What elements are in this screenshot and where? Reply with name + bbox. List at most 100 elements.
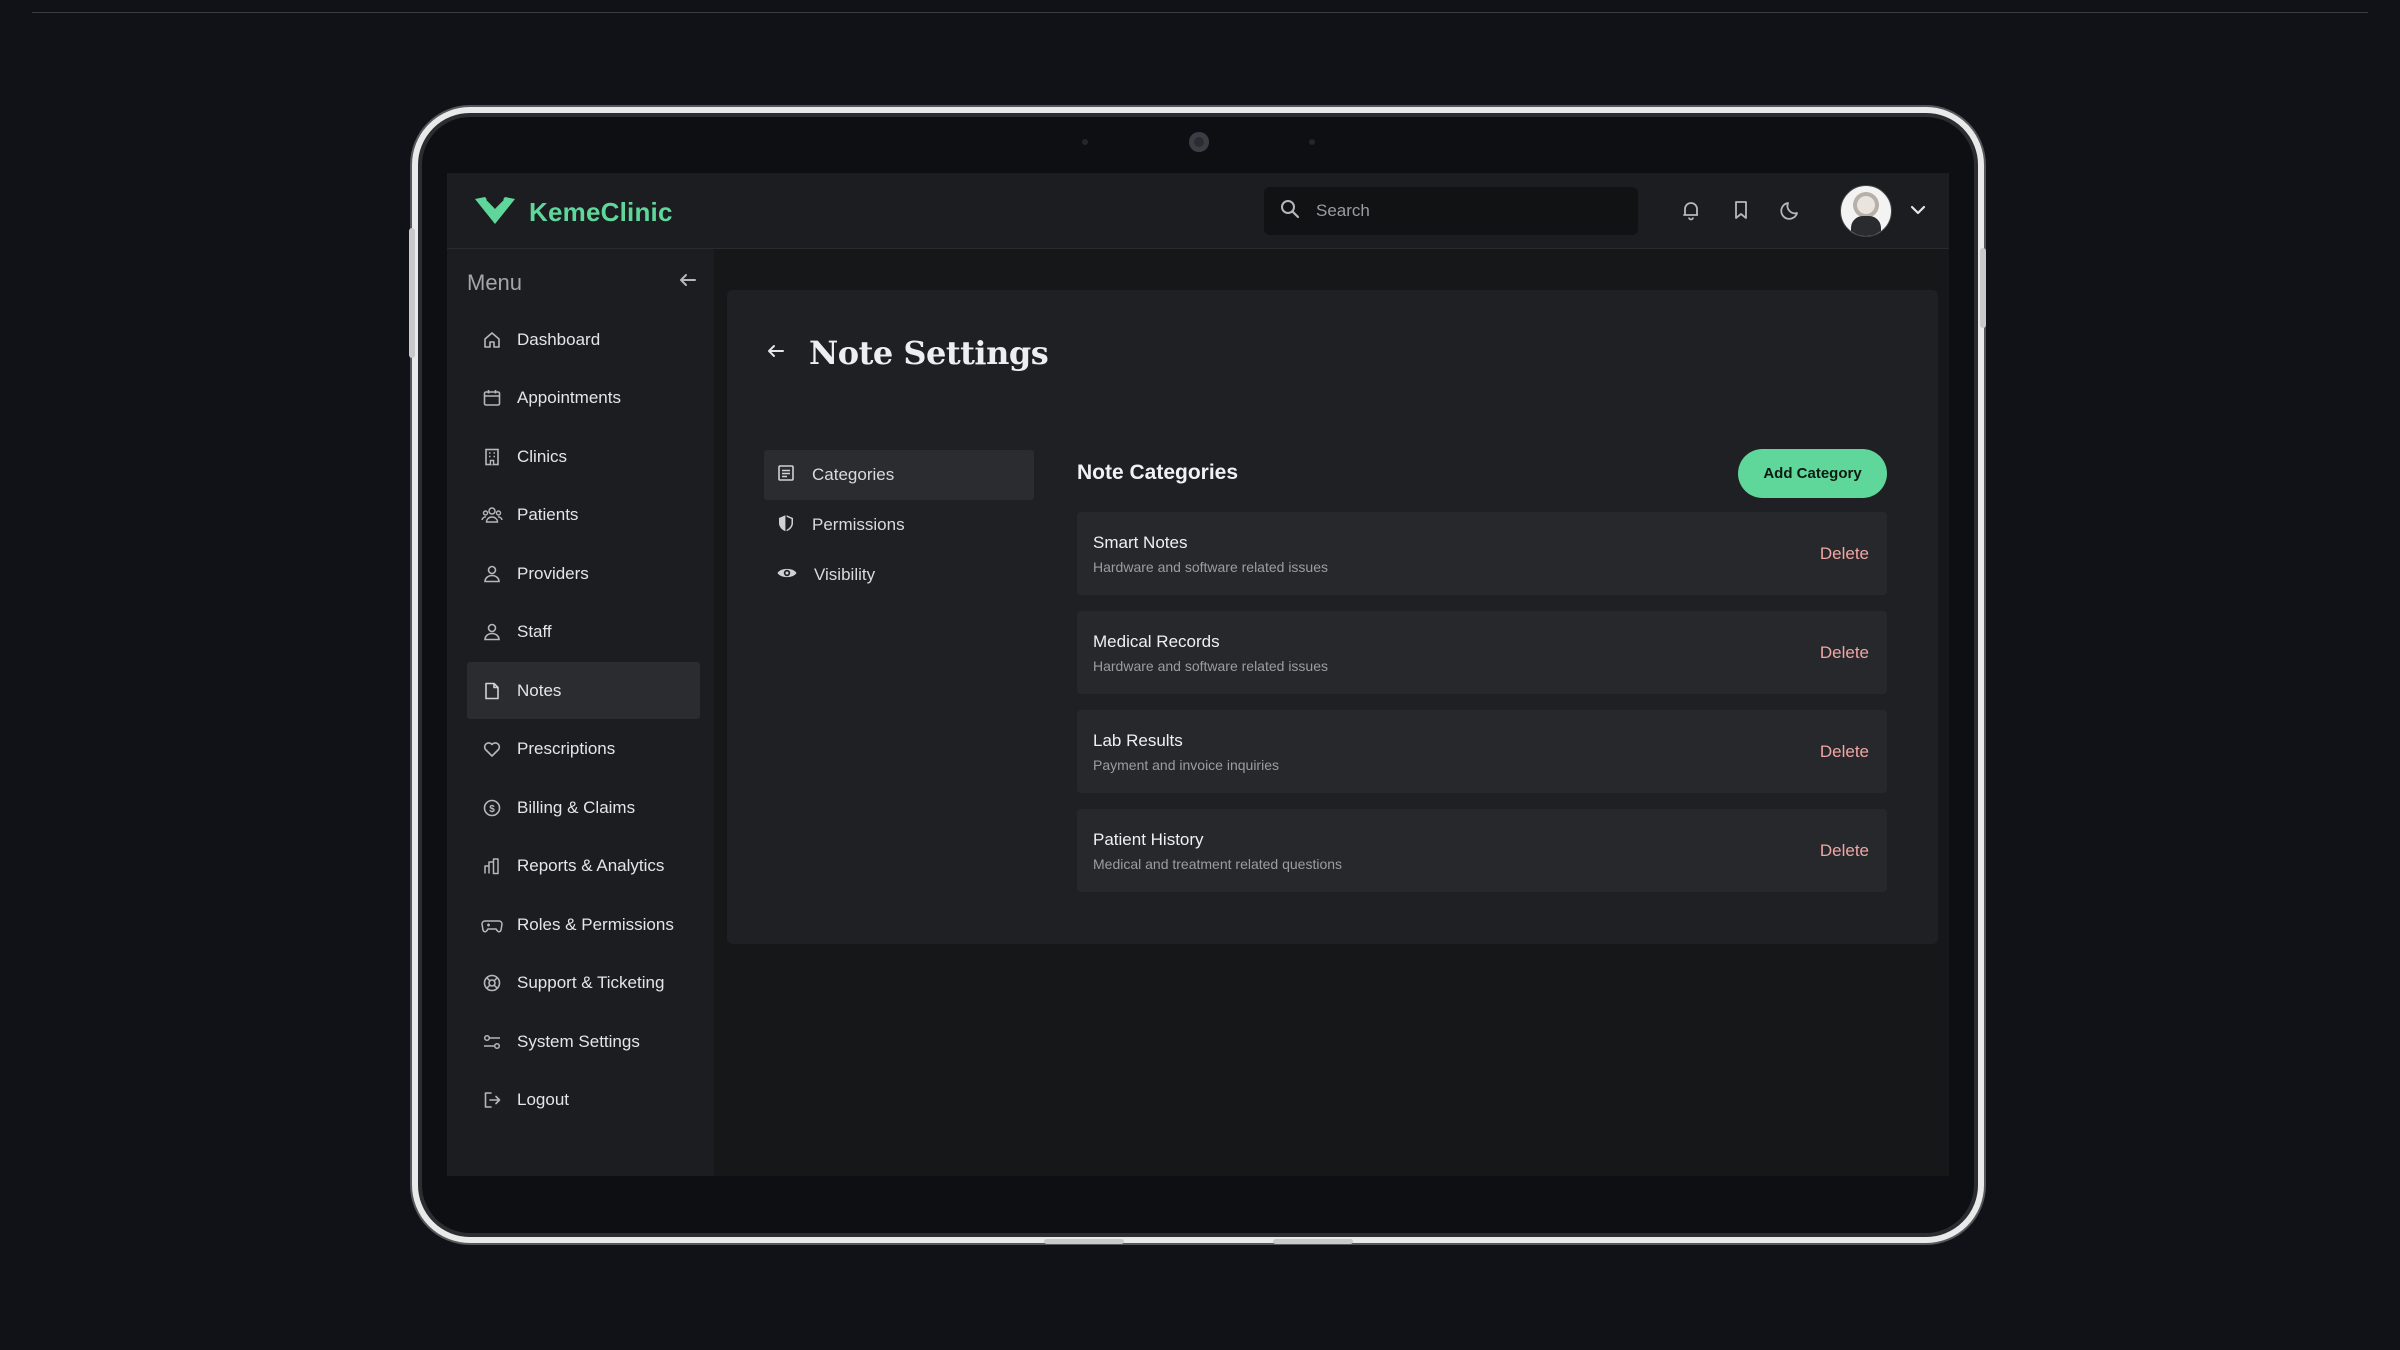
- sidebar-item-logout[interactable]: Logout: [467, 1072, 700, 1129]
- page-title: Note Settings: [809, 334, 1049, 372]
- sidebar-item-dashboard[interactable]: Dashboard: [467, 311, 700, 368]
- tablet-bottom-button-2: [1273, 1239, 1353, 1244]
- calendar-icon: [481, 387, 503, 409]
- category-name: Lab Results: [1093, 730, 1183, 750]
- sidebar-item-label: Clinics: [517, 446, 568, 466]
- category-row: Medical Records Hardware and software re…: [1077, 611, 1887, 694]
- category-info: Smart Notes Hardware and software relate…: [1093, 533, 1328, 575]
- sidebar-item-appointments[interactable]: Appointments: [467, 370, 700, 427]
- sidebar-item-label: Roles & Permissions: [517, 914, 674, 934]
- subnav-item-label: Visibility: [814, 565, 876, 584]
- brand[interactable]: KemeClinic: [473, 195, 673, 230]
- category-row: Lab Results Payment and invoice inquirie…: [1077, 710, 1887, 793]
- sidebar-item-label: Patients: [517, 505, 579, 524]
- category-description: Medical and treatment related questions: [1093, 855, 1343, 872]
- subnav-item-label: Permissions: [812, 515, 905, 534]
- home-icon: [481, 329, 503, 351]
- user-avatar[interactable]: [1840, 185, 1892, 237]
- building-icon: [481, 446, 503, 468]
- note-settings-card: Note Settings Categories Permissions Vis…: [727, 290, 1938, 944]
- sidebar-item-label: Dashboard: [517, 329, 601, 349]
- shield-icon: [776, 513, 796, 538]
- sidebar: Menu Dashboard Appointments Clinics Pati…: [447, 249, 714, 1176]
- category-name: Smart Notes: [1093, 532, 1188, 552]
- sidebar-item-clinics[interactable]: Clinics: [467, 428, 700, 485]
- subnav-item-permissions[interactable]: Permissions: [764, 500, 1034, 550]
- category-info: Medical Records Hardware and software re…: [1093, 632, 1328, 674]
- category-row: Smart Notes Hardware and software relate…: [1077, 512, 1887, 595]
- menu-header: Menu: [467, 269, 699, 296]
- search-bar[interactable]: [1264, 187, 1638, 235]
- user-icon: [481, 621, 503, 643]
- delete-button[interactable]: Delete: [1820, 841, 1869, 861]
- tablet-side-button-left: [409, 228, 415, 358]
- sidebar-item-notes[interactable]: Notes: [467, 662, 700, 719]
- users-group-icon: [481, 504, 503, 526]
- users-icon: [481, 563, 503, 585]
- sidebar-item-label: Logout: [517, 1090, 569, 1109]
- sidebar-item-roles[interactable]: Roles & Permissions: [467, 896, 700, 953]
- collapse-arrow-icon[interactable]: [677, 269, 699, 296]
- page-header: Note Settings: [765, 334, 1049, 372]
- sidebar-item-staff[interactable]: Staff: [467, 604, 700, 661]
- delete-button[interactable]: Delete: [1820, 643, 1869, 663]
- dollar-icon: $: [481, 797, 503, 819]
- sidebar-nav: Dashboard Appointments Clinics Patients …: [467, 311, 700, 1130]
- delete-button[interactable]: Delete: [1820, 544, 1869, 564]
- sliders-icon: [481, 1031, 503, 1053]
- menu-title: Menu: [467, 269, 523, 295]
- lifebuoy-icon: [481, 972, 503, 994]
- document-icon: [481, 680, 503, 702]
- sidebar-item-patients[interactable]: Patients: [467, 487, 700, 544]
- bell-icon[interactable]: [1678, 197, 1704, 223]
- gamepad-icon: [481, 914, 503, 936]
- sidebar-item-label: Providers: [517, 563, 589, 583]
- sidebar-item-label: Prescriptions: [517, 739, 616, 758]
- category-description: Hardware and software related issues: [1093, 558, 1329, 575]
- sidebar-item-label: Appointments: [517, 388, 621, 407]
- category-info: Patient History Medical and treatment re…: [1093, 830, 1342, 872]
- svg-text:$: $: [489, 804, 495, 815]
- tablet-sensor-right: [1309, 139, 1315, 145]
- category-name: Patient History: [1093, 829, 1204, 849]
- sidebar-item-support[interactable]: Support & Ticketing: [467, 955, 700, 1012]
- eye-icon: [776, 563, 798, 588]
- sidebar-item-billing[interactable]: $ Billing & Claims: [467, 779, 700, 836]
- bar-chart-icon: [481, 855, 503, 877]
- search-icon: [1280, 199, 1300, 224]
- subnav-item-categories[interactable]: Categories: [764, 450, 1034, 500]
- moon-icon[interactable]: [1778, 197, 1804, 223]
- tablet-side-button-right: [1980, 248, 1986, 328]
- category-description: Payment and invoice inquiries: [1093, 756, 1279, 773]
- sidebar-item-label: Support & Ticketing: [517, 973, 665, 992]
- bookmark-icon[interactable]: [1728, 197, 1754, 223]
- delete-button[interactable]: Delete: [1820, 742, 1869, 762]
- subnav-item-visibility[interactable]: Visibility: [764, 550, 1034, 600]
- search-input[interactable]: [1314, 200, 1618, 222]
- category-info: Lab Results Payment and invoice inquirie…: [1093, 731, 1279, 773]
- logout-icon: [481, 1089, 503, 1111]
- sidebar-item-label: Notes: [517, 680, 562, 700]
- tablet-camera: [1189, 132, 1209, 152]
- sidebar-item-providers[interactable]: Providers: [467, 545, 700, 602]
- list-box-icon: [776, 463, 796, 488]
- sidebar-item-label: Billing & Claims: [517, 797, 636, 817]
- kemeclinic-logo-icon: [473, 195, 517, 230]
- note-categories-section: Note Categories Add Category Smart Notes…: [1077, 448, 1887, 908]
- sidebar-item-reports[interactable]: Reports & Analytics: [467, 838, 700, 895]
- categories-header: Note Categories Add Category: [1077, 448, 1887, 498]
- sidebar-item-system-settings[interactable]: System Settings: [467, 1013, 700, 1070]
- settings-subnav: Categories Permissions Visibility: [764, 450, 1034, 600]
- app-screen: KemeClinic Menu: [447, 173, 1949, 1176]
- subnav-item-label: Categories: [812, 465, 895, 484]
- back-arrow-icon[interactable]: [765, 340, 787, 367]
- category-row: Patient History Medical and treatment re…: [1077, 809, 1887, 892]
- chevron-down-icon[interactable]: [1905, 197, 1931, 223]
- top-divider: [32, 12, 2368, 13]
- heart-icon: [481, 738, 503, 760]
- sidebar-item-label: System Settings: [517, 1031, 640, 1051]
- sidebar-item-label: Reports & Analytics: [517, 856, 665, 875]
- add-category-button[interactable]: Add Category: [1738, 448, 1887, 498]
- sidebar-item-label: Staff: [517, 622, 552, 641]
- sidebar-item-prescriptions[interactable]: Prescriptions: [467, 721, 700, 778]
